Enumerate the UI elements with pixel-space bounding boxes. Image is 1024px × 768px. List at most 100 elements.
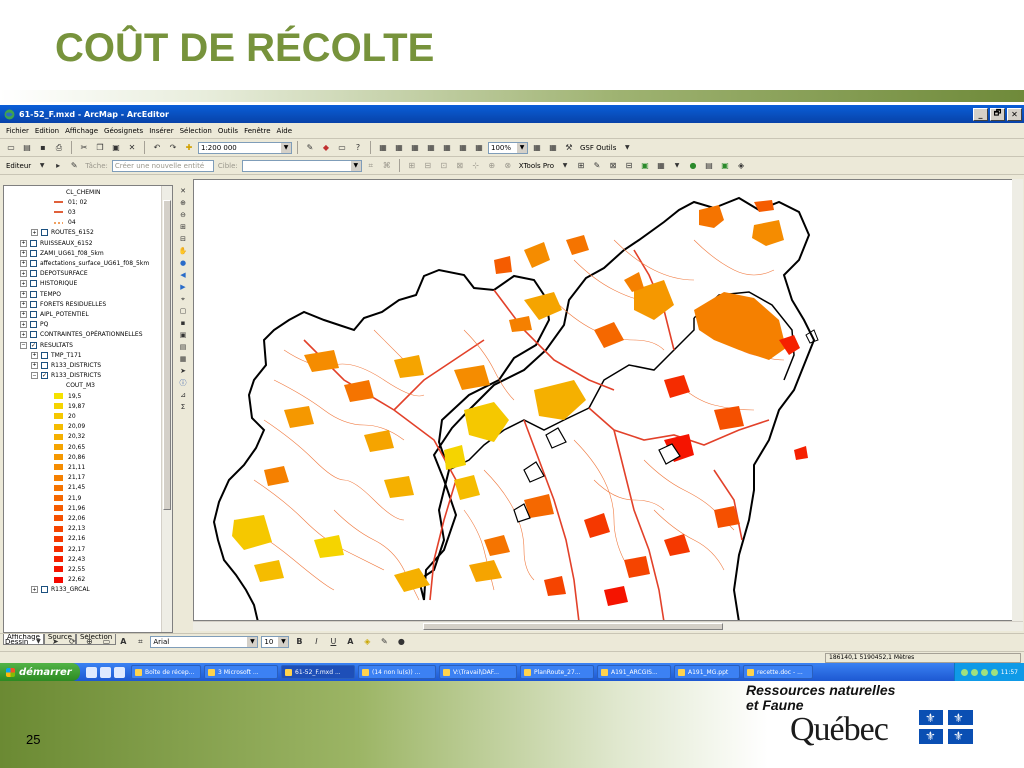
layout-tool-icon[interactable]: ▦ <box>530 141 544 154</box>
expand-icon[interactable]: + <box>20 331 27 339</box>
layout-tool-icon[interactable]: ▦ <box>546 141 560 154</box>
tray-icon[interactable] <box>980 668 988 676</box>
taskbar-item[interactable]: recette.doc - ... <box>743 665 813 679</box>
xtools-tool-icon[interactable]: ⊠ <box>606 159 620 172</box>
toc-layer[interactable]: + RUISSEAUX_6152 <box>20 238 93 248</box>
toc-scrollbar[interactable] <box>161 186 172 632</box>
layer-name[interactable]: CL_CHEMIN <box>66 187 100 197</box>
expand-icon[interactable]: + <box>31 351 38 359</box>
sum-icon[interactable]: Σ <box>177 401 189 413</box>
pan-icon[interactable]: ✋ <box>177 245 189 257</box>
layer-visibility-checkbox[interactable] <box>41 351 48 359</box>
xtools-tool-icon[interactable]: ▦ <box>654 159 668 172</box>
full-extent-icon[interactable]: ● <box>177 257 189 269</box>
italic-button[interactable]: I <box>309 635 323 648</box>
menu-edition[interactable]: Edition <box>35 127 59 135</box>
command-line-icon[interactable]: ▭ <box>335 141 349 154</box>
menu-geosignets[interactable]: Géosignets <box>104 127 143 135</box>
previous-extent-icon[interactable]: ◀ <box>177 269 189 281</box>
toc-layer[interactable]: + PQ <box>20 320 48 330</box>
menu-affichage[interactable]: Affichage <box>65 127 98 135</box>
task-combo[interactable]: Créer une nouvelle entité <box>111 159 214 172</box>
redo-icon[interactable]: ↷ <box>166 141 180 154</box>
toc-layer[interactable]: − ✓ R133_DISTRICTS <box>31 371 101 381</box>
chevron-down-icon[interactable]: ▼ <box>31 635 45 648</box>
fill-color-icon[interactable]: ◈ <box>360 635 374 648</box>
zoom-element-icon[interactable]: ⊕ <box>82 635 96 648</box>
editor-toolbar-icon[interactable]: ✎ <box>303 141 317 154</box>
layer-visibility-checkbox[interactable] <box>30 290 37 298</box>
topology-tool-icon[interactable]: ⊹ <box>469 159 483 172</box>
fixed-zoom-out-icon[interactable]: ⊟ <box>177 233 189 245</box>
xtools-tool-icon[interactable]: ◈ <box>734 159 748 172</box>
expand-icon[interactable]: + <box>20 270 27 278</box>
copy-icon[interactable]: ❐ <box>93 141 107 154</box>
toolbox-icon[interactable]: ⚒ <box>562 141 576 154</box>
toc-layer[interactable]: + CONTRAINTES_OPÉRATIONNELLES <box>20 330 143 340</box>
taskbar-item[interactable]: Boîte de récep... <box>131 665 201 679</box>
xtools-tool-icon[interactable]: ▣ <box>718 159 732 172</box>
dessin-menu[interactable]: Dessin <box>5 638 28 646</box>
underline-button[interactable]: U <box>326 635 340 648</box>
topology-tool-icon[interactable]: ⊟ <box>421 159 435 172</box>
taskbar-item[interactable]: PlanRoute_27... <box>520 665 594 679</box>
new-document-icon[interactable]: ▭ <box>4 141 18 154</box>
zoom-combo[interactable]: 100% ▼ <box>488 141 528 154</box>
layout-tool-icon[interactable]: ▦ <box>440 141 454 154</box>
rectangle-tool-icon[interactable]: ▭ <box>99 635 113 648</box>
window-titlebar[interactable]: 61-52_F.mxd - ArcMap - ArcEditor _ 🗗 ✕ <box>0 105 1024 123</box>
layout-tool-icon[interactable]: ▦ <box>472 141 486 154</box>
toc-layer[interactable]: + ROUTES_6152 <box>31 228 94 238</box>
target-combo[interactable]: ▼ <box>241 159 362 172</box>
callout-icon[interactable]: ⌗ <box>133 635 147 648</box>
restore-button[interactable]: 🗗 <box>990 107 1005 121</box>
taskbar-item[interactable]: (14 non lu(s)) ... <box>358 665 436 679</box>
layer-visibility-checkbox[interactable] <box>41 586 48 594</box>
close-icon[interactable]: ✕ <box>177 185 189 197</box>
chevron-down-icon[interactable]: ▼ <box>558 159 572 172</box>
expand-icon[interactable]: + <box>20 259 27 267</box>
taskbar-item[interactable]: 61-52_F.mxd ... <box>281 665 355 679</box>
start-button[interactable]: démarrer <box>0 663 80 681</box>
menu-aide[interactable]: Aide <box>277 127 292 135</box>
expand-icon[interactable]: + <box>20 310 27 318</box>
layout-tool-icon[interactable]: ▦ <box>424 141 438 154</box>
topology-tool-icon[interactable]: ⊞ <box>405 159 419 172</box>
toc-layer[interactable]: + FORETS RESIDUELLES <box>20 299 106 309</box>
font-color-icon[interactable]: A <box>343 635 357 648</box>
taskbar-item[interactable]: V:\Travail\DAF... <box>439 665 517 679</box>
expand-icon[interactable]: + <box>20 300 27 308</box>
xtools-tool-icon[interactable]: ▣ <box>638 159 652 172</box>
font-size-combo[interactable]: 10 ▼ <box>261 635 290 648</box>
select-element-icon[interactable]: ➤ <box>48 635 62 648</box>
toc-layer[interactable]: + affectations_surface_UG61_f08_5km <box>20 258 149 268</box>
scale-combo[interactable]: 1:200 000 ▼ <box>198 141 292 154</box>
find-tool-icon[interactable]: ▤ <box>177 341 189 353</box>
select-elements-icon[interactable]: ▪ <box>177 317 189 329</box>
tray-icon[interactable] <box>990 668 998 676</box>
xtools-tool-icon[interactable]: ⊞ <box>574 159 588 172</box>
add-data-icon[interactable]: ✚ <box>182 141 196 154</box>
layer-visibility-checkbox[interactable] <box>30 280 37 288</box>
taskbar-item[interactable]: 3 Microsoft ... <box>204 665 278 679</box>
layout-tool-icon[interactable]: ▦ <box>408 141 422 154</box>
undo-icon[interactable]: ↶ <box>150 141 164 154</box>
chevron-down-icon[interactable]: ▼ <box>620 141 634 154</box>
layer-visibility-checkbox[interactable]: ✓ <box>41 372 48 380</box>
quick-launch-icon[interactable] <box>86 666 97 678</box>
clear-selection-icon[interactable]: ▢ <box>177 305 189 317</box>
taskbar-item[interactable]: A191_ARCGIS... <box>597 665 671 679</box>
menu-fichier[interactable]: Fichier <box>6 127 29 135</box>
tray-icon[interactable] <box>970 668 978 676</box>
expand-icon[interactable]: + <box>20 321 27 329</box>
map-vertical-scrollbar[interactable] <box>1012 179 1023 621</box>
menu-inserer[interactable]: Insérer <box>149 127 173 135</box>
pointer-icon[interactable]: ➤ <box>177 365 189 377</box>
fixed-zoom-icon[interactable]: ⊞ <box>177 221 189 233</box>
layer-visibility-checkbox[interactable] <box>30 331 37 339</box>
select-features-icon[interactable]: ⌖ <box>177 293 189 305</box>
toc-layer[interactable]: − ✓ RESULTATS <box>20 340 73 350</box>
attributes-icon[interactable]: ⌗ <box>364 159 378 172</box>
line-color-icon[interactable]: ✎ <box>377 635 391 648</box>
taskbar-item[interactable]: A191_MG.ppt <box>674 665 740 679</box>
